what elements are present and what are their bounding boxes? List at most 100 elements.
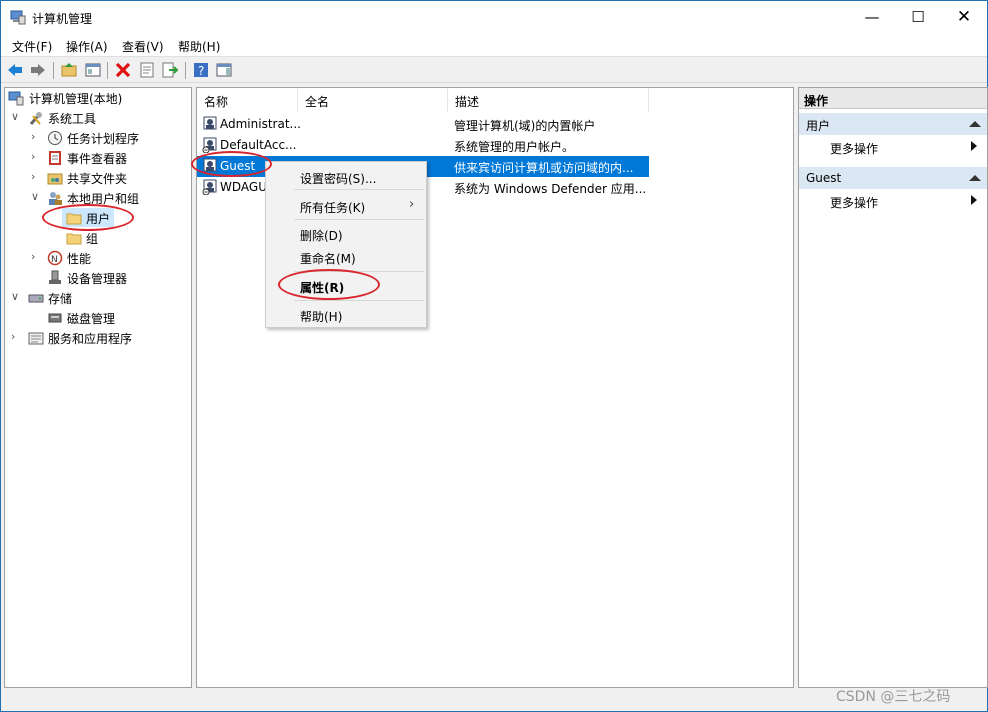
forward-arrow-icon[interactable]	[29, 61, 47, 79]
tree-label: 服务和应用程序	[48, 332, 133, 346]
more-actions-guest[interactable]: 更多操作	[799, 190, 987, 212]
console-tree-pane: 计算机管理(本地) ∨ 系统工具 › 任务计划程序 › 事件查看器 › 共享文件…	[4, 87, 192, 688]
services-icon	[28, 332, 44, 345]
help-icon[interactable]: ?	[192, 61, 210, 79]
menu-bar: 文件(F) 操作(A) 查看(V) 帮助(H)	[1, 35, 987, 57]
column-header-name[interactable]: 名称	[197, 88, 298, 112]
tree-item-groups[interactable]: 组	[5, 228, 191, 248]
computer-management-icon	[10, 10, 26, 25]
show-action-pane-icon[interactable]	[215, 61, 233, 79]
window-title: 计算机管理	[32, 12, 93, 26]
svg-text:N: N	[51, 255, 58, 265]
tree-item-performance[interactable]: › N 性能	[5, 248, 191, 268]
title-bar: 计算机管理 — ☐ ✕	[1, 1, 987, 35]
user-disabled-icon	[202, 179, 217, 195]
menu-separator	[294, 219, 424, 220]
users-group-icon	[49, 192, 62, 205]
properties-icon[interactable]	[138, 61, 156, 79]
tree-item-storage[interactable]: ∨ 存储	[5, 288, 191, 308]
tree-label: 磁盘管理	[67, 312, 116, 326]
tree-item-root[interactable]: 计算机管理(本地)	[5, 88, 191, 108]
chevron-right-icon[interactable]: ›	[31, 250, 41, 263]
user-description: 系统为 Windows Defender 应用...	[454, 182, 647, 196]
user-description: 供来宾访问计算机或访问域的内...	[454, 161, 634, 175]
chevron-right-icon[interactable]: ›	[11, 330, 21, 343]
shared-folder-icon	[47, 173, 63, 185]
chevron-right-icon[interactable]: ›	[31, 130, 41, 143]
close-button[interactable]: ✕	[941, 1, 987, 35]
toolbar-separator	[107, 62, 108, 79]
column-header-description[interactable]: 描述	[448, 88, 649, 112]
minimize-button[interactable]: —	[849, 1, 895, 35]
tree-item-event-viewer[interactable]: › 事件查看器	[5, 148, 191, 168]
disk-icon	[48, 313, 62, 323]
tree-item-disk-management[interactable]: 磁盘管理	[5, 308, 191, 328]
toolbar-separator	[185, 62, 186, 79]
menu-item-all-tasks[interactable]: 所有任务(K)	[300, 199, 365, 216]
user-description: 管理计算机(域)的内置帐户	[454, 119, 596, 133]
menu-file[interactable]: 文件(F)	[12, 38, 52, 55]
computer-management-icon	[8, 91, 24, 106]
chevron-down-icon[interactable]: ∨	[11, 290, 21, 303]
tree-label: 共享文件夹	[67, 172, 128, 186]
user-icon	[203, 116, 217, 130]
export-list-icon[interactable]	[161, 61, 179, 79]
maximize-button[interactable]: ☐	[895, 1, 941, 35]
context-menu: 设置密码(S)... 所有任务(K) › 删除(D) 重命名(M) 属性(R) …	[265, 161, 427, 328]
tree-item-services-apps[interactable]: › 服务和应用程序	[5, 328, 191, 348]
tree-label: 事件查看器	[67, 152, 128, 166]
collapse-arrow-icon[interactable]	[969, 175, 981, 181]
section-label: 用户	[806, 119, 831, 133]
section-label: Guest	[806, 171, 842, 185]
chevron-down-icon[interactable]: ∨	[31, 190, 41, 203]
actions-section-users[interactable]: 用户	[799, 113, 987, 135]
tree-item-shared-folders[interactable]: › 共享文件夹	[5, 168, 191, 188]
column-header-fullname[interactable]: 全名	[298, 88, 448, 112]
more-actions-label: 更多操作	[830, 196, 879, 210]
tree-label: 计算机管理(本地)	[29, 92, 123, 106]
menu-item-help[interactable]: 帮助(H)	[300, 308, 342, 325]
menu-help[interactable]: 帮助(H)	[178, 38, 220, 55]
list-item[interactable]: Administrat... 管理计算机(域)的内置帐户	[197, 114, 649, 135]
computer-management-window: 计算机管理 — ☐ ✕ 文件(F) 操作(A) 查看(V) 帮助(H) ? 计算…	[0, 0, 988, 712]
menu-action[interactable]: 操作(A)	[66, 38, 108, 55]
collapse-arrow-icon[interactable]	[969, 121, 981, 127]
tree-item-device-manager[interactable]: 设备管理器	[5, 268, 191, 288]
delete-icon[interactable]	[114, 61, 132, 79]
chevron-right-icon[interactable]: ›	[31, 170, 41, 183]
chevron-right-icon[interactable]: ›	[31, 150, 41, 163]
tree-label: 存储	[48, 292, 73, 306]
up-folder-icon[interactable]	[60, 61, 78, 79]
tree-item-system-tools[interactable]: ∨ 系统工具	[5, 108, 191, 128]
menu-view[interactable]: 查看(V)	[122, 38, 164, 55]
list-item[interactable]: DefaultAcc... 系统管理的用户帐户。	[197, 135, 649, 156]
tree-label: 系统工具	[48, 112, 97, 126]
actions-section-guest[interactable]: Guest	[799, 167, 987, 189]
more-actions-label: 更多操作	[830, 142, 879, 156]
user-description: 系统管理的用户帐户。	[454, 140, 575, 154]
user-disabled-icon	[202, 137, 217, 153]
annotation-circle-properties	[278, 269, 380, 300]
tree-label: 性能	[67, 252, 92, 266]
back-arrow-icon[interactable]	[6, 61, 24, 79]
folder-icon	[66, 233, 82, 245]
toolbar-separator	[53, 62, 54, 79]
submenu-chevron-icon: ›	[409, 197, 415, 212]
toolbar: ?	[1, 58, 987, 83]
tree-item-task-scheduler[interactable]: › 任务计划程序	[5, 128, 191, 148]
clock-icon	[48, 131, 62, 145]
tree-label: 组	[86, 232, 99, 246]
device-manager-icon	[49, 270, 61, 284]
menu-item-delete[interactable]: 删除(D)	[300, 227, 343, 244]
watermark: CSDN @三七之码	[836, 689, 951, 705]
menu-separator	[294, 189, 424, 190]
user-name: DefaultAcc...	[220, 138, 297, 152]
more-actions-users[interactable]: 更多操作	[799, 136, 987, 158]
tree-label: 任务计划程序	[67, 132, 140, 146]
chevron-down-icon[interactable]: ∨	[11, 110, 21, 123]
svg-text:?: ?	[198, 64, 204, 78]
show-hide-tree-icon[interactable]	[84, 61, 102, 79]
annotation-circle-users	[42, 204, 134, 231]
menu-item-rename[interactable]: 重命名(M)	[300, 250, 356, 267]
menu-item-set-password[interactable]: 设置密码(S)...	[300, 170, 376, 187]
